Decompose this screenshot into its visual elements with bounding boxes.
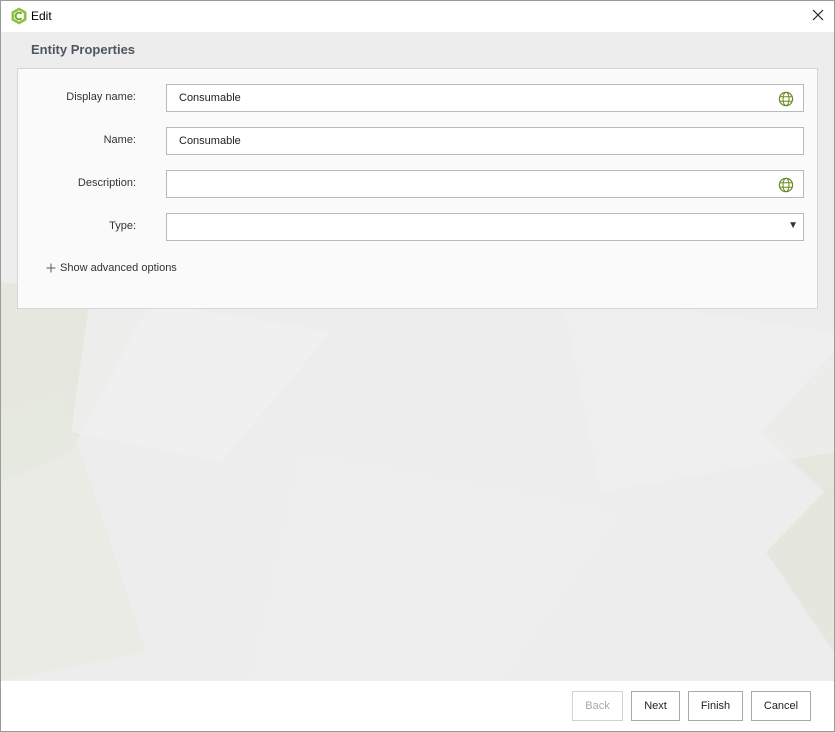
- name-input[interactable]: [179, 128, 769, 154]
- description-input[interactable]: [179, 171, 769, 197]
- description-label: Description:: [77, 177, 136, 189]
- properties-panel: Display name: Name: Description:: [17, 68, 818, 309]
- description-field: [166, 170, 804, 198]
- cancel-button[interactable]: Cancel: [751, 691, 811, 721]
- type-label: Type:: [109, 220, 136, 232]
- content-area: Entity Properties Display name: Name: De…: [1, 32, 834, 681]
- plus-icon: [46, 263, 56, 273]
- display-name-label: Display name:: [66, 91, 136, 103]
- title-bar: Edit: [1, 1, 834, 32]
- close-button[interactable]: [802, 1, 834, 31]
- edit-dialog: Edit Entity Properties Display name: Con…: [0, 0, 835, 732]
- dialog-footer: Back Next Finish Cancel: [1, 681, 834, 731]
- next-button[interactable]: Next: [631, 691, 680, 721]
- type-select[interactable]: ▼: [166, 213, 804, 241]
- show-advanced-options-label: Show advanced options: [60, 262, 177, 274]
- show-advanced-options-link[interactable]: Show advanced options: [46, 262, 177, 274]
- globe-icon[interactable]: [778, 177, 794, 193]
- window-title: Edit: [31, 9, 52, 23]
- name-label: Name:: [103, 134, 136, 146]
- app-logo-icon: [10, 7, 28, 25]
- globe-icon[interactable]: [778, 91, 794, 107]
- finish-button[interactable]: Finish: [688, 691, 743, 721]
- back-button[interactable]: Back: [572, 691, 623, 721]
- close-icon: [812, 9, 824, 24]
- display-name-input[interactable]: [179, 85, 769, 111]
- chevron-down-icon: ▼: [788, 220, 798, 231]
- display-name-field: [166, 84, 804, 112]
- section-title: Entity Properties: [31, 42, 136, 57]
- name-field: [166, 127, 804, 155]
